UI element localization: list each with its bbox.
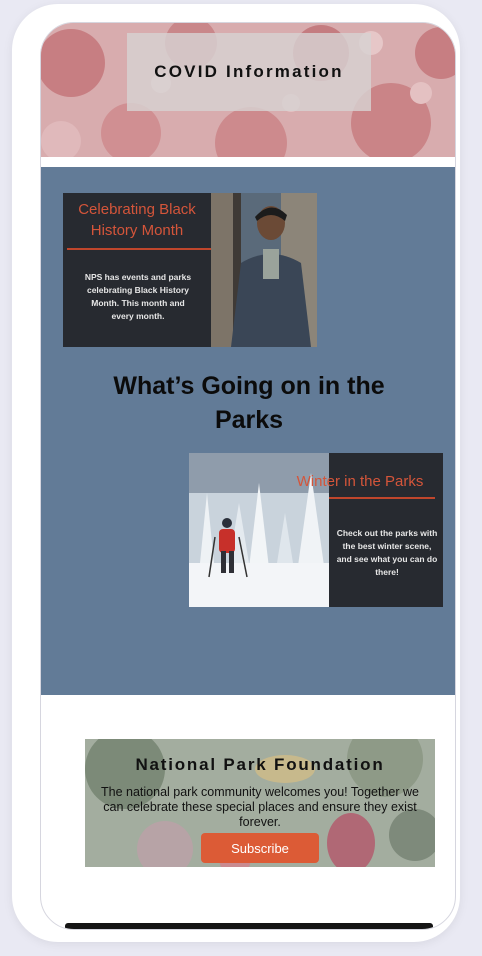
- winter-card-body: Check out the parks with the best winter…: [336, 528, 438, 577]
- winter-card[interactable]: Winter in the Parks Check out the parks …: [189, 453, 443, 607]
- card-accent-rule: [329, 497, 435, 499]
- card-accent-rule: [67, 248, 219, 250]
- npf-banner: National Park Foundation The national pa…: [85, 739, 435, 867]
- covid-banner[interactable]: COVID Information: [41, 23, 455, 157]
- historical-reenactor-photo: [211, 193, 317, 347]
- covid-info-label[interactable]: COVID Information: [127, 33, 371, 111]
- parks-section: Celebrating Black History Month NPS has …: [41, 167, 455, 695]
- npf-welcome-text: The national park community welcomes you…: [101, 785, 419, 829]
- subscribe-button[interactable]: Subscribe: [201, 833, 319, 863]
- black-history-card-text: Celebrating Black History Month NPS has …: [63, 193, 219, 347]
- npf-title: National Park Foundation: [135, 755, 385, 774]
- section-divider: [41, 157, 455, 167]
- winter-card-title: Winter in the Parks: [296, 473, 424, 490]
- black-history-card-body: NPS has events and parks celebrating Bla…: [84, 272, 192, 321]
- black-history-card-title: Celebrating Black History Month: [78, 201, 196, 239]
- phone-frame: COVID Information Celebrating Black Hist…: [12, 4, 460, 942]
- phone-screen: COVID Information Celebrating Black Hist…: [40, 22, 456, 930]
- section-heading: What’s Going on in the Parks: [113, 372, 385, 434]
- bottom-bar: [65, 923, 433, 929]
- black-history-card[interactable]: Celebrating Black History Month NPS has …: [63, 193, 317, 347]
